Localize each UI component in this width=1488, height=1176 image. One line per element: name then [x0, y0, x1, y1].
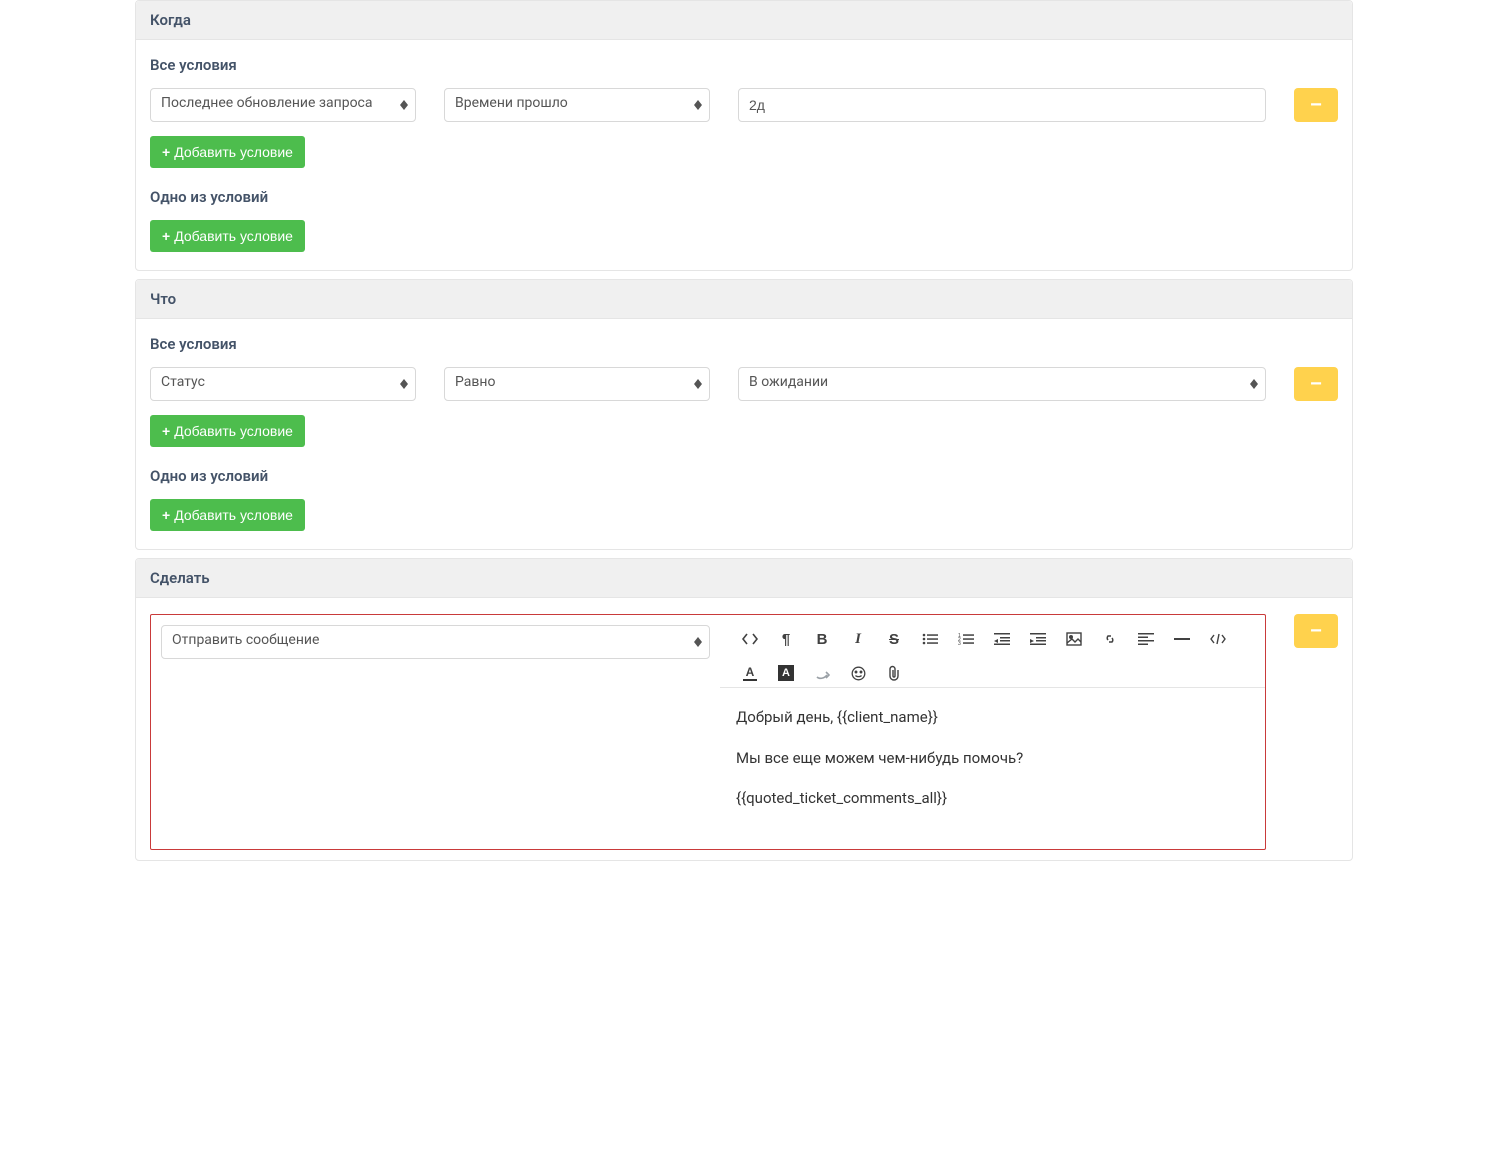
what-operator-select[interactable]: Равно	[444, 367, 710, 401]
when-section: Когда Все условия Последнее обновление з…	[135, 0, 1353, 271]
do-highlight-box: Отправить сообщение ¶ B I	[150, 614, 1266, 850]
when-value-input[interactable]	[738, 88, 1266, 122]
text-color-icon[interactable]: A	[732, 659, 768, 687]
do-section-title: Сделать	[136, 559, 1352, 598]
outdent-icon[interactable]	[984, 625, 1020, 653]
unordered-list-icon[interactable]	[912, 625, 948, 653]
what-one-of-label: Одно из условий	[150, 467, 1338, 485]
italic-icon[interactable]: I	[840, 625, 876, 653]
add-condition-label: Добавить условие	[174, 228, 293, 244]
indent-icon[interactable]	[1020, 625, 1056, 653]
clear-format-icon[interactable]	[804, 659, 840, 687]
when-add-condition-any-button[interactable]: + Добавить условие	[150, 220, 305, 252]
what-section-title: Что	[136, 280, 1352, 319]
do-section: Сделать Отправить сообщение	[135, 558, 1353, 861]
when-add-condition-all-button[interactable]: + Добавить условие	[150, 136, 305, 168]
when-operator-select[interactable]: Времени прошло	[444, 88, 710, 122]
add-condition-label: Добавить условие	[174, 144, 293, 160]
editor-line: Мы все еще можем чем-нибудь помочь?	[736, 747, 1249, 770]
what-field-select[interactable]: Статус	[150, 367, 416, 401]
when-remove-condition-button[interactable]: −	[1294, 88, 1338, 122]
link-icon[interactable]	[1092, 625, 1128, 653]
editor-line: {{quoted_ticket_comments_all}}	[736, 787, 1249, 810]
align-icon[interactable]	[1128, 625, 1164, 653]
what-condition-row: Статус Равно В ожидании	[150, 367, 1338, 401]
attachment-icon[interactable]	[876, 659, 912, 687]
what-remove-condition-button[interactable]: −	[1294, 367, 1338, 401]
editor-toolbar: ¶ B I S 123	[720, 615, 1265, 688]
editor-line: Добрый день, {{client_name}}	[736, 706, 1249, 729]
what-all-conditions-label: Все условия	[150, 335, 1338, 353]
minus-icon: −	[1310, 374, 1322, 394]
strikethrough-icon[interactable]: S	[876, 625, 912, 653]
plus-icon: +	[162, 228, 170, 244]
paragraph-icon[interactable]: ¶	[768, 625, 804, 653]
emoji-icon[interactable]	[840, 659, 876, 687]
plus-icon: +	[162, 144, 170, 160]
add-condition-label: Добавить условие	[174, 423, 293, 439]
horizontal-rule-icon[interactable]	[1164, 625, 1200, 653]
editor-body[interactable]: Добрый день, {{client_name}} Мы все еще …	[720, 688, 1265, 849]
add-condition-label: Добавить условие	[174, 507, 293, 523]
what-value-select[interactable]: В ожидании	[738, 367, 1266, 401]
do-action-select[interactable]: Отправить сообщение	[161, 625, 710, 659]
svg-text:3: 3	[958, 641, 961, 645]
plus-icon: +	[162, 507, 170, 523]
what-section: Что Все условия Статус Равно	[135, 279, 1353, 550]
do-remove-action-button[interactable]: −	[1294, 614, 1338, 648]
bold-icon[interactable]: B	[804, 625, 840, 653]
minus-icon: −	[1310, 621, 1322, 641]
what-add-condition-any-button[interactable]: + Добавить условие	[150, 499, 305, 531]
when-one-of-label: Одно из условий	[150, 188, 1338, 206]
code-view-icon[interactable]	[732, 625, 768, 653]
image-icon[interactable]	[1056, 625, 1092, 653]
plus-icon: +	[162, 423, 170, 439]
background-color-icon[interactable]: A	[768, 659, 804, 687]
what-add-condition-all-button[interactable]: + Добавить условие	[150, 415, 305, 447]
when-field-select[interactable]: Последнее обновление запроса	[150, 88, 416, 122]
ordered-list-icon[interactable]: 123	[948, 625, 984, 653]
when-all-conditions-label: Все условия	[150, 56, 1338, 74]
minus-icon: −	[1310, 95, 1322, 115]
when-condition-row: Последнее обновление запроса Времени про…	[150, 88, 1338, 122]
html-icon[interactable]	[1200, 625, 1236, 653]
when-section-title: Когда	[136, 1, 1352, 40]
